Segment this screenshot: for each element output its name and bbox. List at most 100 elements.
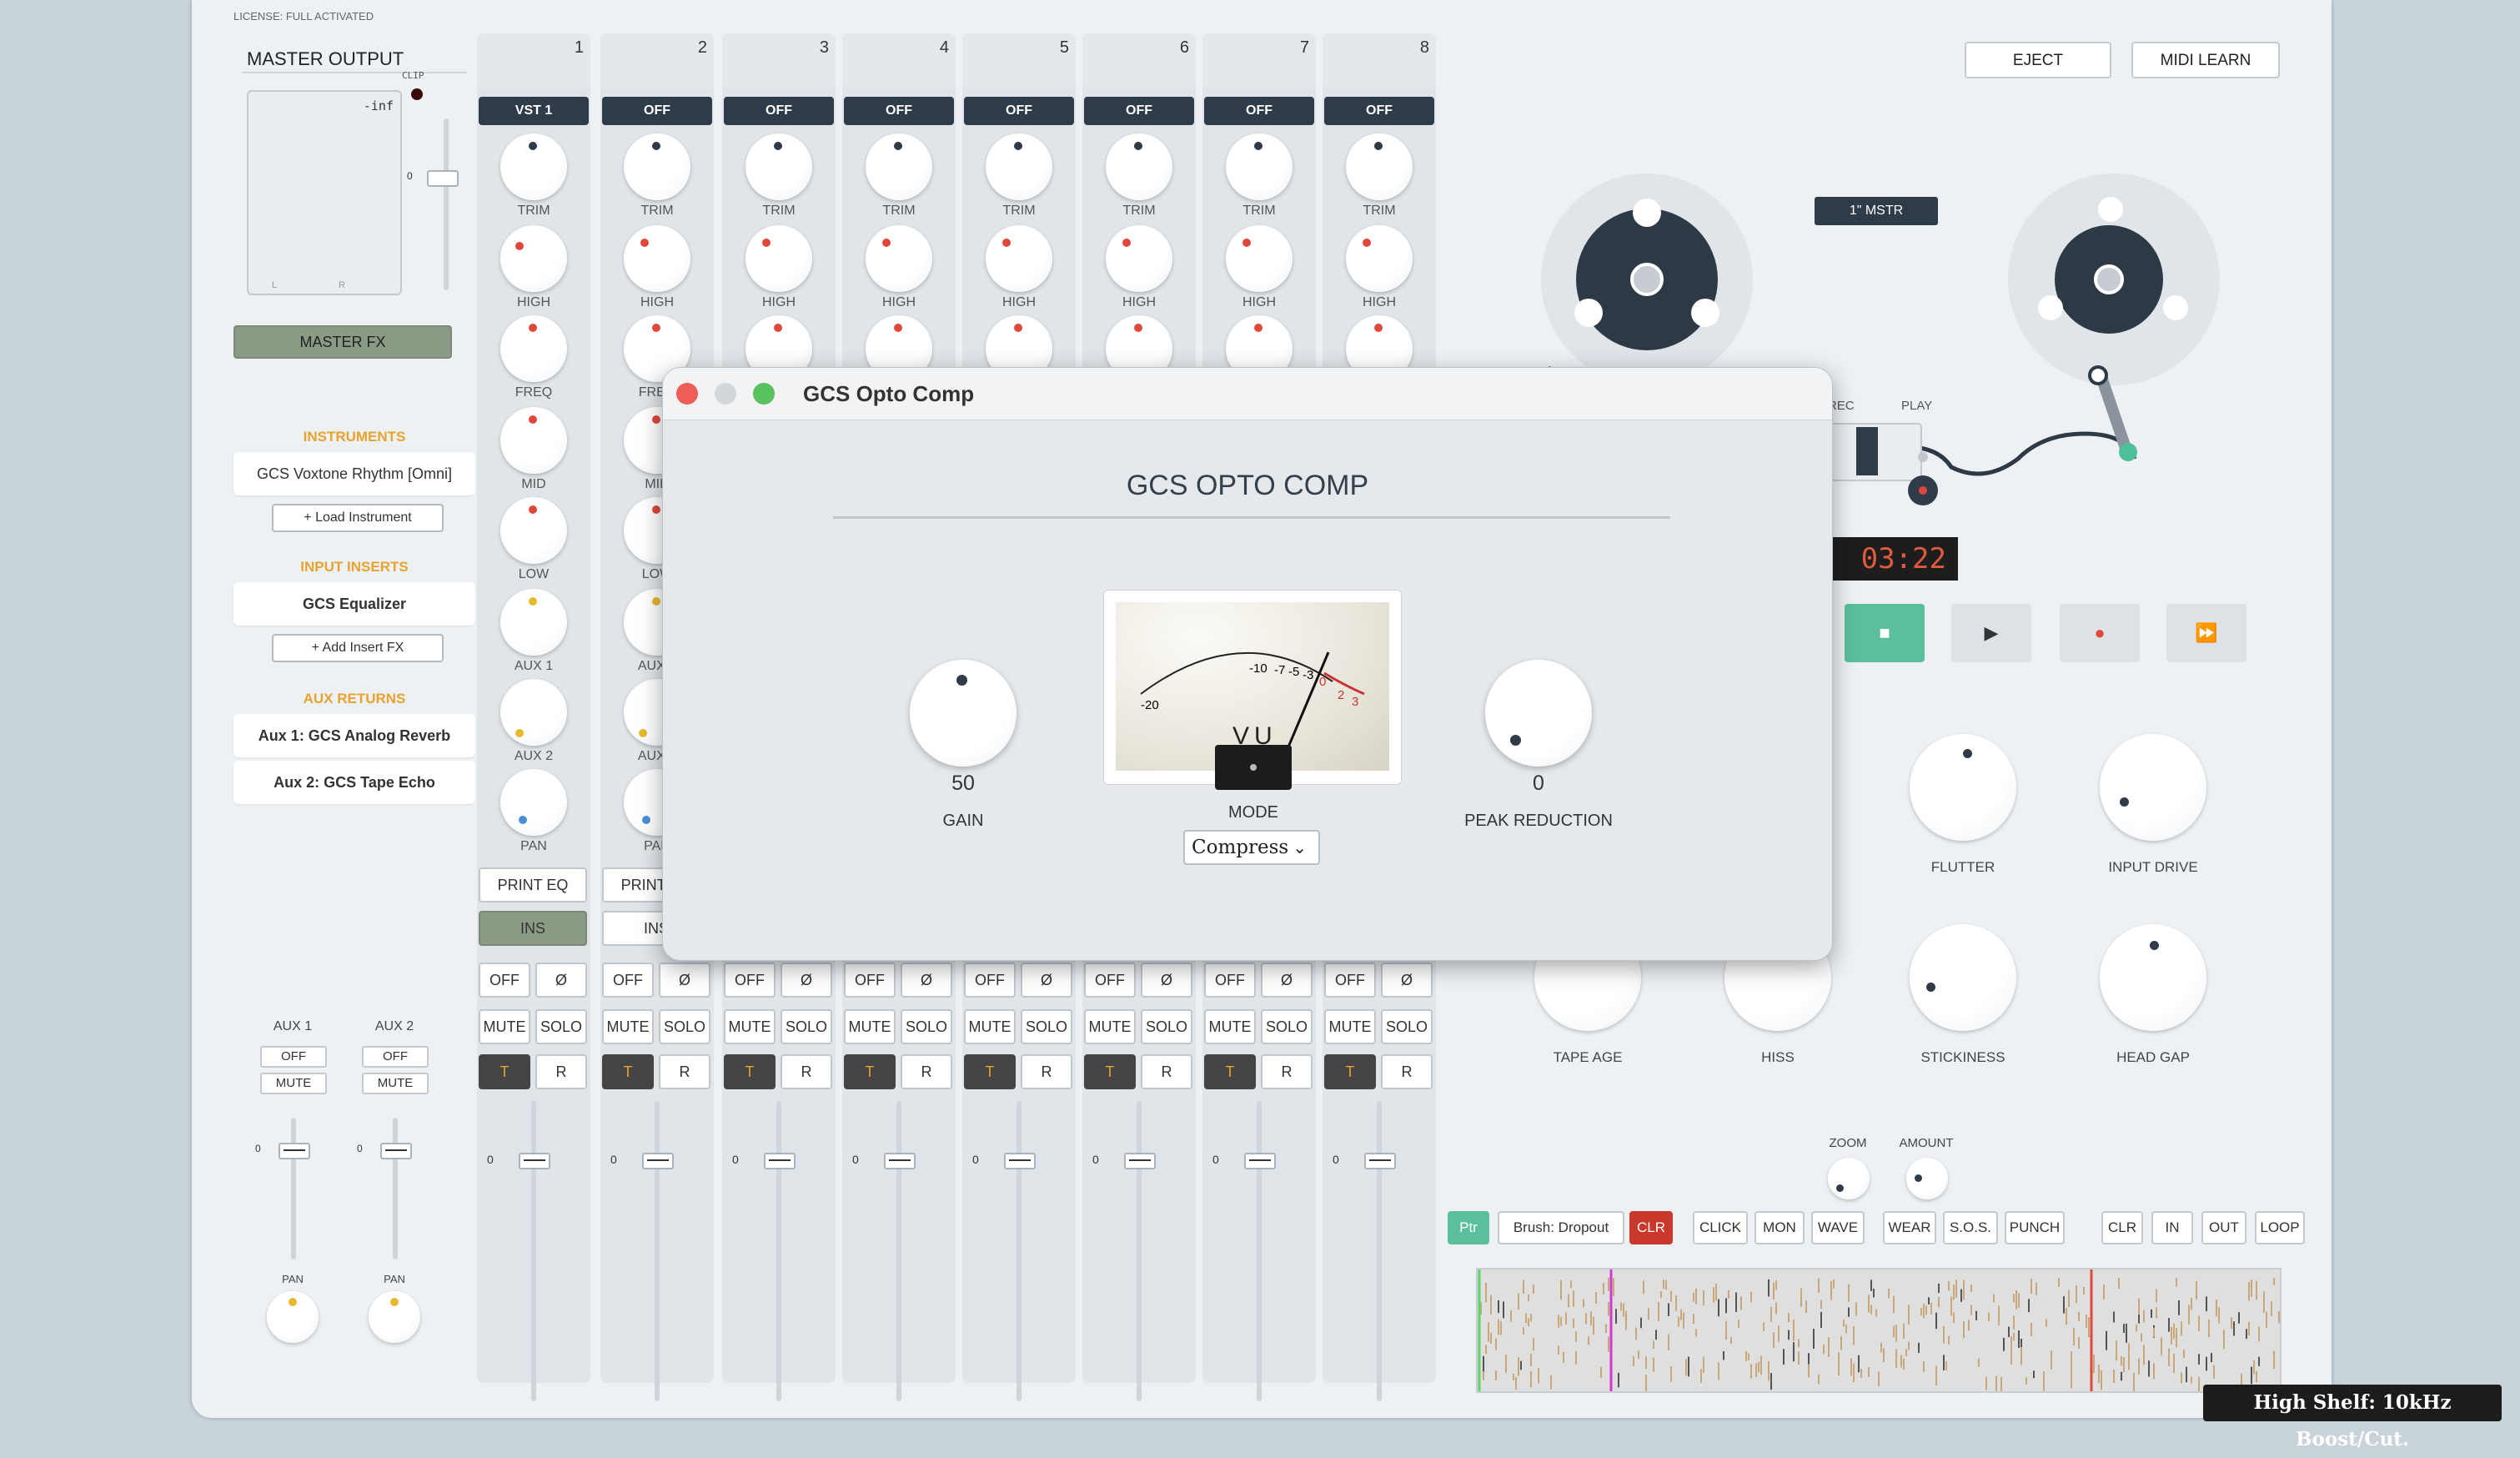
flutter-knob[interactable] bbox=[1910, 734, 2016, 841]
knob-high[interactable] bbox=[1346, 225, 1413, 292]
off-button[interactable]: OFF bbox=[964, 963, 1016, 998]
track-arm-button[interactable]: T bbox=[964, 1054, 1016, 1089]
aux2-fader-handle[interactable] bbox=[380, 1143, 412, 1159]
input-route-button[interactable]: OFF bbox=[724, 97, 834, 125]
phase-button[interactable]: Ø bbox=[1141, 963, 1192, 998]
input-route-button[interactable]: OFF bbox=[1084, 97, 1194, 125]
phase-button[interactable]: Ø bbox=[535, 963, 587, 998]
knob-high[interactable] bbox=[1226, 225, 1293, 292]
channel-fader-track[interactable] bbox=[655, 1101, 660, 1401]
fast-forward-button[interactable]: ⏩ bbox=[2166, 604, 2246, 662]
aux2-fader-track[interactable] bbox=[393, 1118, 398, 1259]
aux1-fader-handle[interactable] bbox=[279, 1143, 310, 1159]
phase-button[interactable]: Ø bbox=[1261, 963, 1313, 998]
aux2-off-button[interactable]: OFF bbox=[362, 1046, 429, 1068]
aux2-mute-button[interactable]: MUTE bbox=[362, 1073, 429, 1094]
channel-fader-track[interactable] bbox=[896, 1101, 901, 1401]
knob-trim[interactable] bbox=[986, 133, 1052, 200]
off-button[interactable]: OFF bbox=[1084, 963, 1136, 998]
midi-learn-button[interactable]: MIDI LEARN bbox=[2131, 42, 2280, 78]
channel-fader-track[interactable] bbox=[1257, 1101, 1262, 1401]
knob-trim[interactable] bbox=[624, 133, 690, 200]
knob-freq[interactable] bbox=[500, 315, 567, 382]
solo-button[interactable]: SOLO bbox=[1261, 1009, 1313, 1044]
master-fader-handle[interactable] bbox=[427, 170, 459, 187]
knob-aux-2[interactable] bbox=[500, 679, 567, 746]
phase-button[interactable]: Ø bbox=[781, 963, 832, 998]
sos-button[interactable]: S.O.S. bbox=[1943, 1211, 1998, 1244]
tape-waveform[interactable] bbox=[1476, 1268, 2282, 1393]
channel-fader-handle[interactable] bbox=[884, 1153, 916, 1169]
aux1-mute-button[interactable]: MUTE bbox=[260, 1073, 327, 1094]
amount-knob[interactable] bbox=[1906, 1158, 1948, 1199]
solo-button[interactable]: SOLO bbox=[1381, 1009, 1433, 1044]
peak-reduction-knob[interactable] bbox=[1485, 660, 1592, 767]
load-instrument-button[interactable]: + Load Instrument bbox=[272, 504, 444, 532]
off-button[interactable]: OFF bbox=[602, 963, 654, 998]
instrument-item[interactable]: GCS Voxtone Rhythm [Omni] bbox=[233, 452, 475, 495]
record-arm-button[interactable]: R bbox=[1141, 1054, 1192, 1089]
record-arm-button[interactable]: R bbox=[1261, 1054, 1313, 1089]
channel-fader-track[interactable] bbox=[531, 1101, 536, 1401]
phase-button[interactable]: Ø bbox=[901, 963, 952, 998]
wear-button[interactable]: WEAR bbox=[1883, 1211, 1936, 1244]
record-arm-button[interactable]: R bbox=[1021, 1054, 1072, 1089]
knob-aux-1[interactable] bbox=[500, 589, 567, 656]
solo-button[interactable]: SOLO bbox=[1021, 1009, 1072, 1044]
insert-item[interactable]: GCS Equalizer bbox=[233, 582, 475, 626]
off-button[interactable]: OFF bbox=[1324, 963, 1376, 998]
phase-button[interactable]: Ø bbox=[659, 963, 710, 998]
off-button[interactable]: OFF bbox=[1204, 963, 1256, 998]
track-arm-button[interactable]: T bbox=[479, 1054, 530, 1089]
master-fx-button[interactable]: MASTER FX bbox=[233, 325, 452, 359]
solo-button[interactable]: SOLO bbox=[1141, 1009, 1192, 1044]
head-gap-knob[interactable] bbox=[2100, 924, 2206, 1031]
brush-select[interactable]: Brush: Dropout bbox=[1498, 1211, 1624, 1244]
gain-knob[interactable] bbox=[910, 660, 1017, 767]
mute-button[interactable]: MUTE bbox=[844, 1009, 896, 1044]
window-titlebar[interactable]: GCS Opto Comp bbox=[663, 368, 1832, 420]
off-button[interactable]: OFF bbox=[479, 963, 530, 998]
input-drive-knob[interactable] bbox=[2100, 734, 2206, 841]
mode-select[interactable]: Compress ⌄ bbox=[1183, 830, 1320, 865]
aux1-off-button[interactable]: OFF bbox=[260, 1046, 327, 1068]
aux-return-item-1[interactable]: Aux 1: GCS Analog Reverb bbox=[233, 714, 475, 757]
close-icon[interactable] bbox=[676, 383, 698, 405]
solo-button[interactable]: SOLO bbox=[535, 1009, 587, 1044]
wave-button[interactable]: WAVE bbox=[1811, 1211, 1865, 1244]
punch-button[interactable]: PUNCH bbox=[2005, 1211, 2065, 1244]
record-button[interactable]: ● bbox=[2060, 604, 2140, 662]
zoom-knob[interactable] bbox=[1828, 1158, 1870, 1199]
input-route-button[interactable]: OFF bbox=[1324, 97, 1434, 125]
mute-button[interactable]: MUTE bbox=[1324, 1009, 1376, 1044]
track-arm-button[interactable]: T bbox=[1084, 1054, 1136, 1089]
track-arm-button[interactable]: T bbox=[844, 1054, 896, 1089]
knob-high[interactable] bbox=[624, 225, 690, 292]
mute-button[interactable]: MUTE bbox=[1204, 1009, 1256, 1044]
mute-button[interactable]: MUTE bbox=[964, 1009, 1016, 1044]
mute-button[interactable]: MUTE bbox=[602, 1009, 654, 1044]
knob-high[interactable] bbox=[1106, 225, 1172, 292]
channel-fader-handle[interactable] bbox=[1244, 1153, 1276, 1169]
knob-trim[interactable] bbox=[1106, 133, 1172, 200]
channel-fader-handle[interactable] bbox=[1004, 1153, 1036, 1169]
in-point-button[interactable]: IN bbox=[2151, 1211, 2193, 1244]
clear-brush-button[interactable]: CLR bbox=[1629, 1211, 1673, 1244]
input-route-button[interactable]: OFF bbox=[602, 97, 712, 125]
phase-button[interactable]: Ø bbox=[1021, 963, 1072, 998]
channel-fader-handle[interactable] bbox=[764, 1153, 796, 1169]
record-arm-button[interactable]: R bbox=[535, 1054, 587, 1089]
input-route-button[interactable]: OFF bbox=[844, 97, 954, 125]
master-fader-track[interactable] bbox=[444, 118, 449, 290]
out-point-button[interactable]: OUT bbox=[2201, 1211, 2246, 1244]
channel-fader-handle[interactable] bbox=[1124, 1153, 1156, 1169]
track-arm-button[interactable]: T bbox=[602, 1054, 654, 1089]
aux-return-item-2[interactable]: Aux 2: GCS Tape Echo bbox=[233, 761, 475, 804]
track-arm-button[interactable]: T bbox=[1204, 1054, 1256, 1089]
input-route-button[interactable]: VST 1 bbox=[479, 97, 589, 125]
channel-fader-track[interactable] bbox=[1137, 1101, 1142, 1401]
knob-low[interactable] bbox=[500, 497, 567, 564]
channel-fader-handle[interactable] bbox=[1364, 1153, 1396, 1169]
clear-loop-button[interactable]: CLR bbox=[2101, 1211, 2143, 1244]
knob-trim[interactable] bbox=[500, 133, 567, 200]
